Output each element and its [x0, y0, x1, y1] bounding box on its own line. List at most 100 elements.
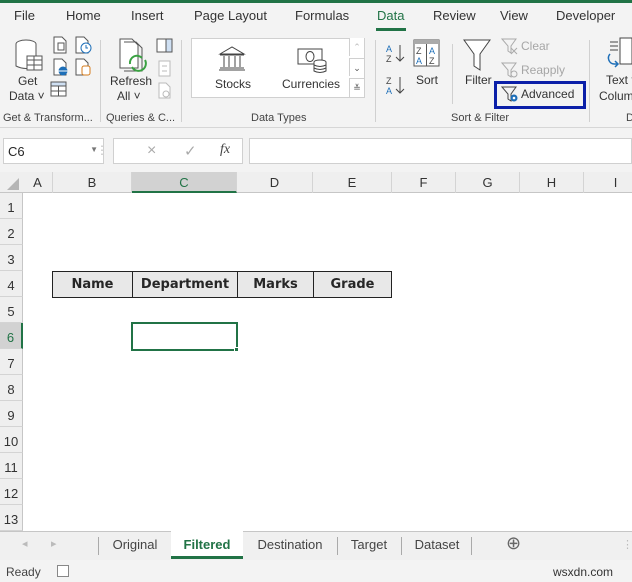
- name-box-value: C6: [8, 144, 25, 159]
- reapply-filter-icon: [501, 62, 518, 78]
- tab-bar-splitter-icon[interactable]: ⋮: [622, 538, 632, 551]
- enter-icon[interactable]: ✓: [184, 142, 197, 160]
- group-label-sort-filter: Sort & Filter: [451, 112, 510, 124]
- column-header-e[interactable]: E: [313, 172, 392, 193]
- column-header-b[interactable]: B: [53, 172, 132, 193]
- sort-label: Sort: [416, 73, 439, 87]
- stocks-label: Stocks: [215, 77, 252, 91]
- refresh-icon: [119, 38, 147, 72]
- group-label-data-types: Data Types: [251, 112, 307, 124]
- get-data-label-2: Data ˅: [9, 89, 45, 103]
- from-web-icon[interactable]: [52, 58, 70, 76]
- accessibility-checkbox[interactable]: [57, 565, 69, 577]
- column-header-f[interactable]: F: [392, 172, 456, 193]
- row-header-2[interactable]: 2: [0, 219, 23, 245]
- svg-text:A: A: [386, 86, 392, 96]
- active-cell-c6[interactable]: [131, 322, 238, 351]
- recent-sources-icon[interactable]: [74, 36, 92, 54]
- stocks-bank-icon: [218, 46, 246, 71]
- row-header-7[interactable]: 7: [0, 349, 23, 375]
- row-header-12[interactable]: 12: [0, 479, 23, 505]
- tab-view[interactable]: View: [500, 8, 528, 23]
- sheet-tab-original[interactable]: Original: [99, 531, 171, 559]
- refresh-all-label-1: Refresh: [110, 74, 153, 88]
- gallery-scroll-up-button[interactable]: ⌃: [349, 38, 364, 56]
- column-header-c[interactable]: C: [132, 172, 237, 193]
- row-header-13[interactable]: 13: [0, 505, 23, 531]
- fill-handle[interactable]: [234, 347, 239, 352]
- column-header-d[interactable]: D: [237, 172, 313, 193]
- row-header-3[interactable]: 3: [0, 245, 23, 271]
- select-all-icon[interactable]: [6, 177, 20, 191]
- watermark-text: wsxdn.com: [553, 565, 614, 579]
- tab-developer[interactable]: Developer: [556, 8, 615, 23]
- sheet-tab-filtered[interactable]: Filtered: [171, 531, 243, 559]
- row-header-6[interactable]: 6: [0, 323, 23, 349]
- scroll-tabs-right-icon[interactable]: ▸: [51, 537, 57, 550]
- properties-icon: [158, 60, 171, 77]
- sort-dialog-icon: Z A A Z: [413, 39, 440, 67]
- refresh-all-label-2: All ˅: [117, 89, 141, 103]
- tab-insert[interactable]: Insert: [131, 8, 164, 23]
- add-sheet-icon[interactable]: ⊕: [506, 533, 521, 554]
- column-header-g[interactable]: G: [456, 172, 520, 193]
- row-header-5[interactable]: 5: [0, 297, 23, 323]
- formula-bar-grip-icon: ⋮: [96, 143, 108, 157]
- column-header-a[interactable]: A: [23, 172, 53, 193]
- header-cell-department[interactable]: Department: [132, 271, 238, 298]
- svg-text:Z: Z: [416, 46, 422, 56]
- text-to-columns-icon: [607, 37, 632, 68]
- sort-a-to-z-icon[interactable]: A Z: [385, 42, 407, 66]
- row-header-4[interactable]: 4: [0, 271, 23, 297]
- active-tab-indicator: [376, 28, 406, 31]
- scroll-tabs-left-icon[interactable]: ◂: [22, 537, 28, 550]
- row-header-9[interactable]: 9: [0, 401, 23, 427]
- svg-text:A: A: [416, 56, 422, 66]
- group-separator: [100, 40, 101, 122]
- tab-separator: [471, 537, 472, 555]
- svg-text:A: A: [429, 46, 435, 56]
- formula-input[interactable]: [249, 138, 632, 164]
- header-cell-name[interactable]: Name: [52, 271, 133, 298]
- cancel-icon[interactable]: ×: [147, 142, 156, 160]
- name-box[interactable]: C6 ▼: [3, 138, 104, 164]
- tab-file[interactable]: File: [14, 8, 35, 23]
- group-separator: [375, 40, 376, 122]
- currencies-label: Currencies: [282, 77, 341, 91]
- header-cell-marks[interactable]: Marks: [237, 271, 314, 298]
- svg-text:A: A: [386, 44, 392, 54]
- from-text-icon[interactable]: [52, 36, 68, 54]
- row-header-1[interactable]: 1: [0, 193, 23, 219]
- worksheet-grid[interactable]: [23, 193, 632, 531]
- column-header-i[interactable]: I: [584, 172, 632, 193]
- row-header-10[interactable]: 10: [0, 427, 23, 453]
- currencies-money-icon: [297, 48, 327, 73]
- header-cell-grade[interactable]: Grade: [313, 271, 392, 298]
- tab-formulas[interactable]: Formulas: [295, 8, 349, 23]
- existing-connections-icon[interactable]: [74, 58, 92, 76]
- sort-z-to-a-icon[interactable]: Z A: [385, 74, 407, 98]
- tab-home[interactable]: Home: [66, 8, 101, 23]
- tab-data[interactable]: Data: [377, 8, 404, 23]
- from-table-icon[interactable]: [50, 81, 68, 98]
- gallery-more-button[interactable]: ≚: [349, 78, 364, 97]
- filter-label: Filter: [465, 73, 492, 87]
- svg-text:Z: Z: [386, 76, 392, 86]
- clear-label: Clear: [521, 39, 550, 53]
- sheet-tab-target[interactable]: Target: [338, 531, 400, 559]
- database-icon: [15, 39, 43, 71]
- row-header-11[interactable]: 11: [0, 453, 23, 479]
- tab-page-layout[interactable]: Page Layout: [194, 8, 267, 23]
- tab-review[interactable]: Review: [433, 8, 476, 23]
- group-separator: [589, 40, 590, 122]
- insert-function-icon[interactable]: fx: [220, 142, 230, 158]
- sheet-tab-destination[interactable]: Destination: [244, 531, 336, 559]
- reapply-label: Reapply: [521, 63, 566, 77]
- status-bar: [0, 560, 632, 582]
- queries-connections-icon[interactable]: [156, 38, 174, 54]
- row-header-8[interactable]: 8: [0, 375, 23, 401]
- sheet-tab-dataset[interactable]: Dataset: [402, 531, 472, 559]
- column-header-h[interactable]: H: [520, 172, 584, 193]
- gallery-scroll-down-button[interactable]: ⌄: [349, 58, 364, 76]
- edit-links-icon: [158, 82, 171, 99]
